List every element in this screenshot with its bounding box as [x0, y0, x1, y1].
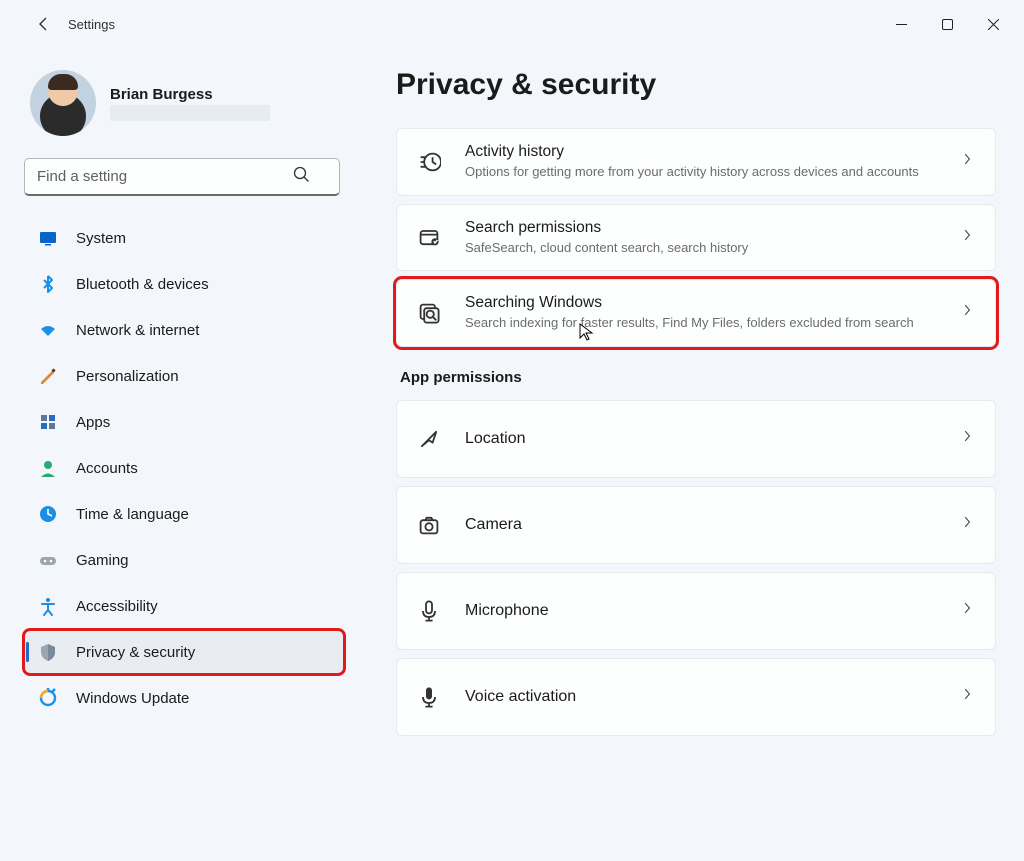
sidebar-item-label: Windows Update [76, 690, 189, 707]
sidebar-item-personalization[interactable]: Personalization [24, 354, 344, 398]
main-content: Privacy & security Activity history Optio… [360, 48, 1024, 861]
microphone-icon [415, 597, 443, 625]
system-icon [38, 228, 58, 248]
accessibility-icon [38, 596, 58, 616]
sidebar-item-label: Accounts [76, 460, 138, 477]
network-icon [38, 320, 58, 340]
sidebar-item-label: Network & internet [76, 322, 199, 339]
searchperm-icon [415, 223, 443, 251]
card-title: Camera [465, 516, 939, 534]
sidebar-item-accessibility[interactable]: Accessibility [24, 584, 344, 628]
sidebar-item-label: Accessibility [76, 598, 158, 615]
titlebar: Settings [0, 0, 1024, 48]
sidebar-item-system[interactable]: System [24, 216, 344, 260]
permission-voice[interactable]: Voice activation [396, 658, 996, 736]
apps-icon [38, 412, 58, 432]
chevron-right-icon [961, 300, 977, 325]
gaming-icon [38, 550, 58, 570]
sidebar-item-gaming[interactable]: Gaming [24, 538, 344, 582]
sidebar-item-time[interactable]: Time & language [24, 492, 344, 536]
chevron-right-icon [961, 225, 977, 250]
permission-cards: Location Camera Microphone Voice activation [396, 400, 996, 736]
profile-email-redacted [110, 105, 270, 121]
minimize-icon [896, 19, 907, 30]
top-cards: Activity history Options for getting more… [396, 128, 996, 347]
maximize-button[interactable] [924, 8, 970, 40]
card-title: Voice activation [465, 688, 939, 706]
card-subtitle: Search indexing for faster results, Find… [465, 314, 939, 332]
location-icon [415, 425, 443, 453]
permission-camera[interactable]: Camera [396, 486, 996, 564]
chevron-right-icon [961, 149, 977, 174]
minimize-button[interactable] [878, 8, 924, 40]
close-icon [988, 19, 999, 30]
voice-icon [415, 683, 443, 711]
window-controls [878, 8, 1016, 40]
permission-microphone[interactable]: Microphone [396, 572, 996, 650]
window-title: Settings [68, 17, 115, 32]
search-icon [293, 166, 310, 188]
camera-icon [415, 511, 443, 539]
page-title: Privacy & security [396, 68, 996, 102]
sidebar: Brian Burgess System Bluetooth & devices N… [0, 48, 360, 861]
sidebar-item-label: Apps [76, 414, 110, 431]
sidebar-item-apps[interactable]: Apps [24, 400, 344, 444]
section-app-permissions: App permissions [400, 369, 996, 386]
card-subtitle: Options for getting more from your activ… [465, 163, 939, 181]
sidebar-item-update[interactable]: Windows Update [24, 676, 344, 720]
profile-name: Brian Burgess [110, 86, 270, 103]
close-button[interactable] [970, 8, 1016, 40]
sidebar-item-label: Bluetooth & devices [76, 276, 209, 293]
chevron-right-icon [961, 684, 977, 709]
sidebar-item-label: System [76, 230, 126, 247]
body: Brian Burgess System Bluetooth & devices N… [0, 48, 1024, 861]
permission-location[interactable]: Location [396, 400, 996, 478]
sidebar-item-label: Gaming [76, 552, 129, 569]
search-wrap [24, 158, 344, 196]
card-title: Microphone [465, 602, 939, 620]
chevron-right-icon [961, 426, 977, 451]
sidebar-item-network[interactable]: Network & internet [24, 308, 344, 352]
profile-block[interactable]: Brian Burgess [30, 70, 344, 136]
time-icon [38, 504, 58, 524]
card-title: Search permissions [465, 219, 939, 237]
setting-searchperm[interactable]: Search permissions SafeSearch, cloud cont… [396, 204, 996, 272]
card-subtitle: SafeSearch, cloud content search, search… [465, 239, 939, 257]
sidebar-item-label: Time & language [76, 506, 189, 523]
maximize-icon [942, 19, 953, 30]
sidebar-item-label: Personalization [76, 368, 179, 385]
sidebar-item-label: Privacy & security [76, 644, 195, 661]
bluetooth-icon [38, 274, 58, 294]
avatar [30, 70, 96, 136]
sidebar-item-accounts[interactable]: Accounts [24, 446, 344, 490]
card-title: Searching Windows [465, 294, 939, 312]
setting-searchwin[interactable]: Searching Windows Search indexing for fas… [396, 279, 996, 347]
update-icon [38, 688, 58, 708]
personalization-icon [38, 366, 58, 386]
setting-activity[interactable]: Activity history Options for getting more… [396, 128, 996, 196]
accounts-icon [38, 458, 58, 478]
back-button[interactable] [24, 4, 64, 44]
card-title: Activity history [465, 143, 939, 161]
sidebar-item-bluetooth[interactable]: Bluetooth & devices [24, 262, 344, 306]
privacy-icon [38, 642, 58, 662]
sidebar-item-privacy[interactable]: Privacy & security [24, 630, 344, 674]
settings-window: Settings Brian Burgess [0, 0, 1024, 861]
nav: System Bluetooth & devices Network & inter… [24, 216, 344, 720]
chevron-right-icon [961, 512, 977, 537]
back-arrow-icon [36, 16, 52, 32]
chevron-right-icon [961, 598, 977, 623]
card-title: Location [465, 430, 939, 448]
searchwin-icon [415, 299, 443, 327]
activity-icon [415, 148, 443, 176]
